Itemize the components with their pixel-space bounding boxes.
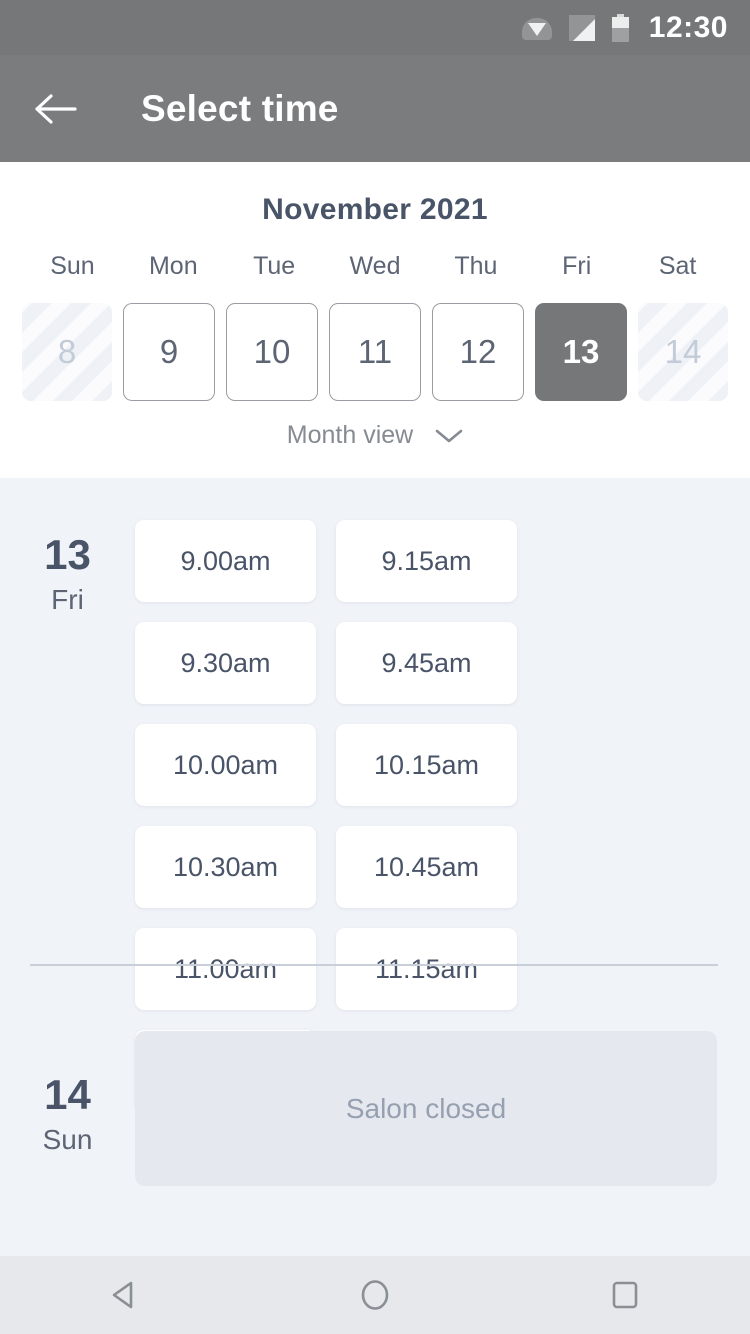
day-cell-13-selected[interactable]: 13 (535, 303, 627, 401)
weekday-label: Mon (148, 252, 198, 280)
time-slot[interactable]: 11.15am (336, 928, 517, 1010)
weekday-label: Wed (349, 252, 401, 280)
calendar-panel: November 2021 Sun Mon Tue Wed Thu Fri Sa… (0, 162, 750, 478)
time-slot-grid: 9.00am 9.15am 9.30am 9.45am 10.00am 10.1… (135, 478, 750, 1112)
schedule-day-label-14: 14 Sun (0, 1018, 135, 1186)
status-bar: 12:30 (0, 0, 750, 55)
weekday-label: Thu (454, 252, 498, 280)
cellular-signal-icon (568, 14, 595, 41)
calendar-month-title: November 2021 (262, 193, 488, 226)
nav-home-button[interactable] (250, 1275, 500, 1315)
day-cell-12[interactable]: 12 (432, 303, 524, 401)
time-slot[interactable]: 9.00am (135, 520, 316, 602)
schedule-day-number: 13 (44, 531, 91, 578)
square-recents-icon (612, 1281, 638, 1309)
day-cell-8: 8 (22, 303, 112, 401)
schedule-group-13: 13 Fri 9.00am 9.15am 9.30am 9.45am 10.00… (0, 478, 750, 1112)
salon-closed-card: Salon closed (135, 1031, 717, 1186)
nav-recents-button[interactable] (500, 1275, 750, 1315)
android-nav-bar (0, 1256, 750, 1334)
schedule-day-name: Sun (42, 1124, 93, 1155)
status-bar-icons (521, 13, 629, 42)
day-cell-10[interactable]: 10 (226, 303, 318, 401)
weekday-label: Sat (658, 252, 697, 280)
day-cell-9[interactable]: 9 (123, 303, 215, 401)
chevron-down-icon (435, 428, 463, 444)
time-slot[interactable]: 9.45am (336, 622, 517, 704)
schedule-day-number: 14 (44, 1071, 91, 1118)
battery-icon (611, 13, 629, 42)
time-slot[interactable]: 10.15am (336, 724, 517, 806)
day-cell-11[interactable]: 11 (329, 303, 421, 401)
schedule-day-name: Fri (51, 584, 84, 615)
month-view-label: Month view (286, 421, 414, 449)
circle-home-icon (361, 1280, 389, 1310)
app-bar: Select time (0, 55, 750, 162)
triangle-back-icon (112, 1281, 133, 1309)
time-slot[interactable]: 10.30am (135, 826, 316, 908)
time-slot[interactable]: 10.45am (336, 826, 517, 908)
section-divider (30, 964, 718, 966)
time-slot[interactable]: 9.30am (135, 622, 316, 704)
time-slot[interactable]: 9.15am (336, 520, 517, 602)
wifi-icon (521, 15, 552, 41)
status-bar-clock: 12:30 (648, 10, 728, 44)
weekday-label: Tue (253, 252, 296, 280)
nav-back-button[interactable] (0, 1275, 250, 1315)
day-cell-14: 14 (638, 303, 728, 401)
schedule-group-14: 14 Sun Salon closed (0, 1018, 750, 1186)
schedule-day-label-13: 13 Fri (0, 478, 135, 1112)
page-title: Select time (141, 87, 339, 129)
phone-screen: 12:30 Select time November 2021 Sun Mon … (0, 0, 750, 1334)
calendar-days-row: 8 9 10 11 12 13 14 (0, 303, 750, 401)
time-slot[interactable]: 10.00am (135, 724, 316, 806)
weekday-label: Fri (562, 252, 592, 280)
weekday-label: Sun (50, 252, 95, 280)
time-slot[interactable]: 11.00am (135, 928, 316, 1010)
arrow-left-icon (35, 93, 77, 124)
weekday-header-row: Sun Mon Tue Wed Thu Fri Sat (0, 252, 750, 281)
schedule-area: 13 Fri 9.00am 9.15am 9.30am 9.45am 10.00… (0, 478, 750, 1256)
back-button[interactable] (33, 86, 79, 132)
month-view-toggle[interactable]: Month view (0, 421, 750, 450)
